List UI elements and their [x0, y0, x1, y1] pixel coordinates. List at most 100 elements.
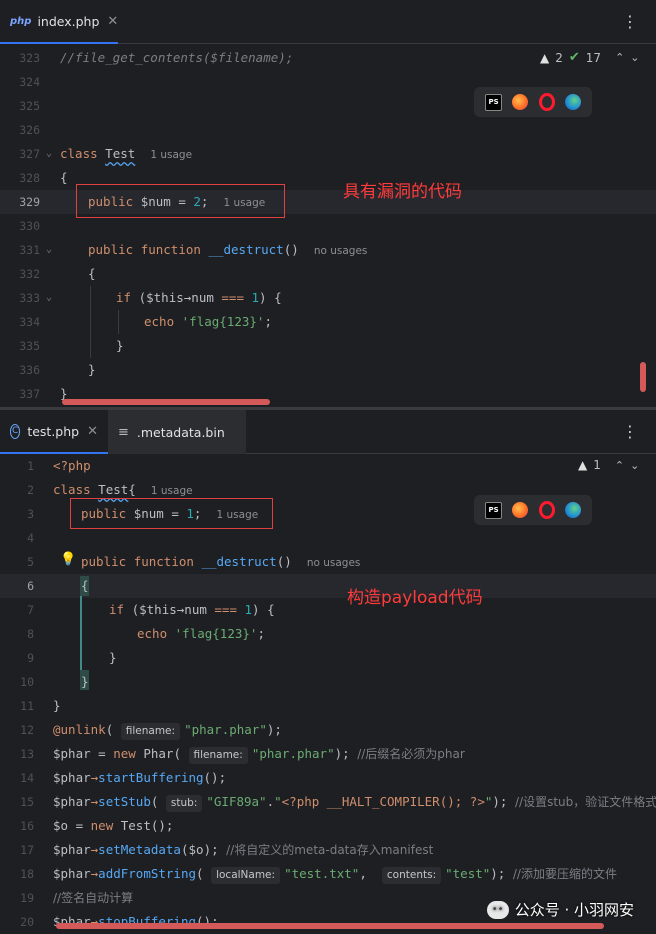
code-line-6: { [81, 574, 89, 598]
line-number: 20 [20, 915, 34, 929]
line-number: 328 [19, 171, 40, 185]
tab-label: .metadata.bin [136, 424, 225, 440]
line-number: 329 [19, 195, 40, 209]
code-line-331: public function __destruct() no usages [88, 238, 367, 262]
opera-icon[interactable] [538, 93, 555, 111]
code-line-336: } [88, 358, 96, 382]
firefox-icon[interactable] [512, 502, 529, 518]
fold-chevron-icon[interactable]: ⌄ [46, 244, 52, 255]
line-number: 335 [19, 339, 40, 353]
current-line-highlight [0, 574, 656, 598]
line-number: 13 [20, 747, 34, 761]
parameter-hint: stub: [165, 795, 203, 812]
line-number: 8 [27, 627, 34, 641]
close-icon[interactable]: ✕ [87, 424, 98, 439]
line-number: 6 [27, 579, 34, 593]
line-number: 12 [20, 723, 34, 737]
variable: $this [139, 602, 177, 617]
punct: ); [334, 746, 350, 761]
indent-guide [118, 310, 119, 334]
string: "test" [445, 866, 491, 881]
tab-metadata-bin[interactable]: ≡ .metadata.bin [108, 410, 246, 454]
semicolon: ; [257, 626, 265, 641]
top-editor-pane: php index.php ✕ ⋮ ▲ 2 ✔ 17 ⌃⌄ PS 323 324… [0, 0, 656, 408]
php-open-tag: <?php [53, 458, 91, 473]
usage-hint[interactable]: 1 usage [150, 149, 192, 161]
usage-hint[interactable]: no usages [307, 557, 361, 569]
code-line-10: } [81, 670, 89, 694]
firefox-icon[interactable] [512, 94, 529, 110]
more-options-icon[interactable]: ⋮ [622, 12, 638, 31]
more-options-icon[interactable]: ⋮ [622, 422, 638, 441]
code-line-13: $phar = new Phar( filename: "phar.phar");… [53, 742, 465, 766]
code-line-11: } [53, 694, 61, 718]
variable: $phar [53, 842, 91, 857]
method-name: setStub [98, 794, 151, 809]
class-name: Test [120, 818, 151, 833]
comment: //设置stub，验证文件格式 [514, 795, 656, 809]
wechat-icon: •• [486, 900, 509, 919]
weak-warning-count: 17 [585, 50, 602, 65]
paren: ) { [252, 602, 275, 617]
line-number: 1 [27, 459, 34, 473]
horizontal-scrollbar[interactable] [62, 399, 270, 405]
code-line-335: } [116, 334, 124, 358]
phpstorm-icon[interactable]: PS [485, 93, 503, 111]
lightbulb-icon[interactable]: 💡 [60, 552, 76, 567]
code-line-12: @unlink( filename: "phar.phar"); [53, 718, 282, 742]
code-line-334: echo 'flag{123}'; [144, 310, 272, 334]
fold-chevron-icon[interactable]: ⌄ [46, 292, 52, 303]
edge-icon[interactable] [564, 502, 581, 518]
close-icon[interactable]: ✕ [107, 14, 118, 29]
line-number: 337 [19, 387, 40, 401]
vertical-scrollbar[interactable] [640, 362, 646, 392]
paren: ( [131, 290, 147, 305]
inspections-widget[interactable]: ▲ 2 ✔ 17 ⌃⌄ [540, 50, 646, 65]
phpstorm-icon[interactable]: PS [485, 501, 503, 519]
horizontal-scrollbar[interactable] [56, 923, 604, 929]
usage-hint[interactable]: 1 usage [151, 485, 193, 497]
brace: { [88, 266, 96, 281]
line-number: 17 [20, 843, 34, 857]
tab-label: test.php [27, 423, 80, 439]
line-number: 324 [19, 75, 40, 89]
parameter-hint: localName: [211, 867, 281, 884]
brace: } [116, 338, 124, 353]
property: num [184, 602, 207, 617]
line-number: 333 [19, 291, 40, 305]
prev-next-highlight-arrows[interactable]: ⌃⌄ [615, 51, 645, 64]
string: 'flag{123}' [174, 626, 258, 641]
line-number: 334 [19, 315, 40, 329]
line-number: 323 [19, 51, 40, 65]
code-line-18: $phar→addFromString( localName: "test.txt… [53, 862, 617, 886]
number: 1 [251, 290, 260, 305]
brace: } [81, 674, 89, 689]
parens: () [276, 554, 292, 569]
warning-count: 2 [555, 50, 563, 65]
opera-icon[interactable] [538, 501, 555, 519]
prev-next-highlight-arrows[interactable]: ⌃⌄ [615, 459, 645, 472]
code-line-333: if ($this→num === 1) { [116, 286, 282, 310]
inspections-widget[interactable]: ▲ 1 ⌃⌄ [578, 458, 645, 472]
line-number: 330 [19, 219, 40, 233]
line-number: 4 [27, 531, 34, 545]
top-tab-bar: php index.php ✕ ⋮ [0, 0, 656, 44]
line-number: 336 [19, 363, 40, 377]
usage-hint[interactable]: no usages [314, 245, 368, 257]
line-number: 2 [27, 483, 34, 497]
tab-index-php[interactable]: php index.php ✕ [0, 0, 118, 44]
weak-warning-icon: ✔ [568, 50, 580, 65]
code-line-16: $o = new Test(); [53, 818, 174, 833]
string: "GIF89a" [206, 794, 267, 809]
operator: === [221, 290, 244, 305]
fold-chevron-icon[interactable]: ⌄ [46, 148, 52, 159]
edge-icon[interactable] [564, 94, 581, 110]
parameter-hint: filename: [188, 747, 248, 764]
browser-preview-bar: PS [474, 87, 592, 117]
tab-test-php[interactable]: C test.php ✕ [0, 410, 108, 454]
code-line-328: { [60, 166, 68, 190]
comment: //添加要压缩的文件 [512, 867, 617, 881]
punct: ); [490, 866, 506, 881]
code-line-19: //签名自动计算 [53, 886, 133, 910]
string: 'flag{123}' [181, 314, 265, 329]
